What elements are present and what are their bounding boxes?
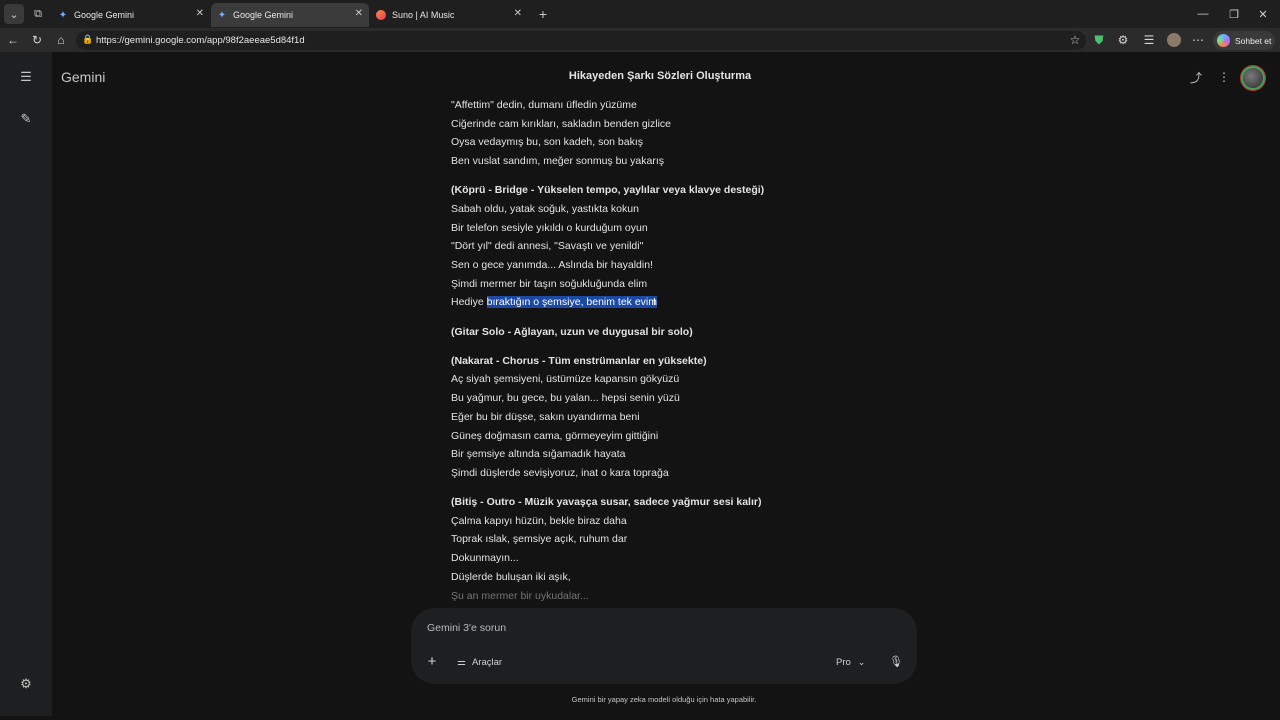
lyric-line: Bir şemsiye altında sığamadık hayata (451, 448, 626, 461)
new-tab-plus-icon[interactable]: + (533, 4, 553, 24)
lyric-line: Şimdi mermer bir taşın soğukluğunda elim (451, 277, 648, 290)
lyric-line: Çalma kapıyı hüzün, bekle biraz daha (451, 514, 627, 527)
prompt-input[interactable]: Gemini 3'e sorun (427, 622, 506, 634)
shield-extension-icon[interactable]: ⛊ (1090, 31, 1108, 49)
address-bar[interactable]: 🔒 https://gemini.google.com/app/98f2aeea… (76, 31, 1086, 50)
tab-gemini-1[interactable]: ✦ Google Gemini ✕ (52, 3, 210, 27)
browser-toolbar: ← ↻ ⌂ 🔒 https://gemini.google.com/app/98… (0, 28, 1280, 52)
url-text: https://gemini.google.com/app/98f2aeeae5… (96, 35, 305, 46)
lyric-line: Güneş doğmasın cama, görmeyeyim gittiğin… (451, 429, 659, 442)
lyric-line-faded: Şu an mermer bir uykudalar... (451, 589, 589, 602)
disclaimer-text: Gemini bir yapay zeka modeli olduğu için… (571, 695, 757, 704)
model-selector[interactable]: Pro ⌄ (836, 654, 865, 670)
tab-actions-chevron-icon[interactable]: ⌄ (4, 4, 24, 24)
sidebar: ☰ ✎ ⚙ (0, 52, 52, 716)
lyric-line: Toprak ıslak, şemsiye açık, ruhum dar (451, 533, 628, 546)
lyric-line: Ciğerinde cam kırıkları, sakladın benden… (451, 117, 672, 130)
lyric-line-selected: Hediye bıraktığın o şemsiye, benim tek e… (451, 293, 871, 312)
chevron-down-icon: ⌄ (857, 656, 866, 667)
profile-avatar-icon[interactable] (1165, 31, 1183, 49)
response-lyrics: "Affettim" dedin, dumanı üfledin yüzüme … (451, 96, 871, 605)
copilot-icon (1217, 34, 1230, 47)
lyric-line: Ben vuslat sandım, meğer sonmuş bu yakar… (451, 155, 665, 168)
extensions-puzzle-icon[interactable]: ⚙ (1114, 31, 1132, 49)
home-icon[interactable]: ⌂ (52, 31, 70, 49)
tools-sliders-icon: ⚌ (457, 656, 466, 668)
more-dots-icon[interactable]: ⋯ (1189, 31, 1207, 49)
copilot-chat-button[interactable]: Sohbet et (1213, 31, 1275, 50)
section-header-outro: (Bitiş - Outro - Müzik yavaşça susar, sa… (451, 496, 762, 509)
lyric-line: Sabah oldu, yatak soğuk, yastıkta kokun (451, 202, 639, 215)
lyric-line: Eğer bu bir düşse, sakın uyandırma beni (451, 410, 640, 423)
settings-gear-icon[interactable]: ⚙ (16, 674, 36, 694)
lock-icon: 🔒 (82, 34, 94, 44)
gemini-app: ☰ ✎ ⚙ Gemini Hikayeden Şarkı Sözleri Olu… (0, 52, 1280, 716)
microphone-icon[interactable]: 🎙 (888, 653, 904, 669)
section-header-solo: (Gitar Solo - Ağlayan, uzun ve duygusal … (451, 325, 693, 338)
tab-label: Google Gemini (74, 10, 135, 20)
section-header-bridge: (Köprü - Bridge - Yükselen tempo, yaylıl… (451, 184, 765, 197)
lyric-line: Şimdi düşlerde sevişiyoruz, inat o kara … (451, 466, 669, 479)
lyric-line: Düşlerde buluşan iki aşık, (451, 570, 571, 583)
more-vertical-icon[interactable]: ⋮ (1215, 68, 1233, 86)
close-icon[interactable]: ✕ (196, 8, 204, 19)
tab-gemini-2[interactable]: ✦ Google Gemini ✕ (211, 3, 369, 27)
account-avatar[interactable] (1241, 66, 1265, 90)
add-plus-icon[interactable]: + (424, 653, 440, 670)
section-header-chorus: (Nakarat - Chorus - Tüm enstrümanlar en … (451, 354, 707, 367)
lyric-line: Dokunmayın... (451, 552, 519, 565)
lyric-line: "Dört yıl" dedi annesi, "Savaştı ve yeni… (451, 240, 644, 253)
close-icon[interactable]: ✕ (355, 8, 363, 19)
tools-button[interactable]: ⚌ Araçlar (457, 654, 502, 670)
new-chat-edit-icon[interactable]: ✎ (16, 109, 36, 129)
close-icon[interactable]: ✕ (514, 8, 522, 19)
gemini-icon: ✦ (58, 9, 68, 21)
tab-label: Suno | AI Music (392, 10, 455, 20)
refresh-icon[interactable]: ↻ (28, 31, 46, 49)
suno-icon (376, 10, 386, 20)
text-selection: bıraktığın o şemsiye, benim tek evim (486, 296, 658, 309)
lyric-line: Bu yağmur, bu gece, bu yalan... hepsi se… (451, 392, 680, 405)
prompt-composer: Gemini 3'e sorun + ⚌ Araçlar Pro ⌄ 🎙 (411, 608, 917, 684)
tools-label: Araçlar (471, 656, 503, 668)
browser-tab-bar: ⌄ ⧉ ✦ Google Gemini ✕ ✦ Google Gemini ✕ … (0, 0, 1280, 28)
chat-title: Hikayeden Şarkı Sözleri Oluşturma (568, 70, 752, 82)
minimize-icon[interactable]: — (1186, 0, 1220, 28)
copilot-label: Sohbet et (1235, 35, 1272, 46)
gemini-icon: ✦ (217, 9, 227, 21)
lyric-line: Sen o gece yanımda... Aslında bir hayald… (451, 259, 653, 271)
lyric-prefix: Hediye (451, 296, 487, 309)
window-close-icon[interactable]: ✕ (1246, 0, 1280, 28)
tab-suno[interactable]: Suno | AI Music ✕ (370, 3, 528, 27)
share-icon[interactable]: ⤴ (1187, 68, 1205, 86)
brand-title[interactable]: Gemini (61, 69, 105, 85)
favorites-collection-icon[interactable]: ☰ (1140, 31, 1158, 49)
model-label: Pro (836, 656, 851, 668)
workspaces-icon[interactable]: ⧉ (28, 4, 48, 24)
back-arrow-icon[interactable]: ← (4, 31, 22, 49)
lyric-line: Oysa vedaymış bu, son kadeh, son bakış (451, 136, 644, 149)
lyric-line: Bir telefon sesiyle yıkıldı o kurduğum o… (451, 221, 648, 234)
lyric-line: "Affettim" dedin, dumanı üfledin yüzüme (451, 99, 637, 111)
favorite-star-icon[interactable]: ☆ (1066, 31, 1084, 49)
text-cursor-icon: I (653, 297, 656, 309)
tab-label: Google Gemini (233, 10, 294, 20)
lyric-line: Aç siyah şemsiyeni, üstümüze kapansın gö… (451, 373, 680, 386)
menu-hamburger-icon[interactable]: ☰ (16, 67, 36, 87)
